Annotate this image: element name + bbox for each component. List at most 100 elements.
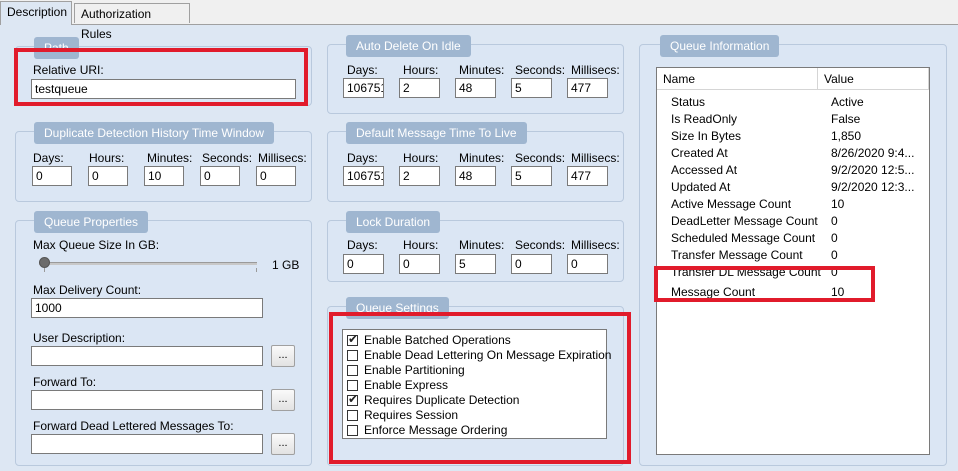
- user-description-browse-button[interactable]: ...: [271, 345, 295, 367]
- tab-strip: Description Authorization Rules: [0, 0, 958, 41]
- queue-info-name: Created At: [671, 146, 728, 160]
- dd-days-input[interactable]: 0: [32, 166, 72, 186]
- setting-label: Enforce Message Ordering: [364, 423, 508, 437]
- queue-info-value: 0: [831, 265, 838, 279]
- column-header-name[interactable]: Name: [657, 68, 818, 90]
- queue-information-group: Queue Information Name Value Status Activ…: [639, 35, 947, 466]
- lock-duration-legend: Lock Duration: [346, 211, 441, 233]
- ttl-millisecs-input[interactable]: 477: [567, 166, 608, 186]
- ttl-minutes-label: Minutes:: [459, 151, 505, 165]
- default-ttl-legend: Default Message Time To Live: [346, 122, 527, 144]
- queue-info-name: Status: [671, 95, 706, 109]
- queue-info-row[interactable]: Transfer DL Message Count 0: [657, 264, 929, 281]
- user-description-label: User Description:: [33, 331, 126, 345]
- ld-days-input[interactable]: 0: [343, 254, 384, 274]
- queue-info-row[interactable]: Accessed At 9/2/2020 12:5...: [657, 162, 929, 179]
- queue-info-value: 10: [831, 285, 845, 299]
- setting-enforce-message-ordering[interactable]: Enforce Message Ordering: [347, 423, 507, 438]
- forward-dead-lettered-browse-button[interactable]: ...: [271, 433, 295, 455]
- tab-description[interactable]: Description: [0, 1, 72, 25]
- queue-properties-group: Queue Properties Max Queue Size In GB: 1…: [15, 211, 312, 466]
- ad-seconds-input[interactable]: 5: [511, 78, 552, 98]
- relative-uri-input[interactable]: testqueue: [31, 79, 296, 99]
- user-description-input[interactable]: [31, 346, 263, 366]
- queue-info-value: 9/2/2020 12:3...: [831, 180, 915, 194]
- ld-millisecs-input[interactable]: 0: [567, 254, 608, 274]
- setting-enable-batched-operations[interactable]: ✔ Enable Batched Operations: [347, 332, 511, 348]
- queue-settings-group: Queue Settings ✔ Enable Batched Operation…: [327, 297, 624, 466]
- queue-info-name: Updated At: [671, 180, 731, 194]
- queue-info-name: Is ReadOnly: [671, 112, 738, 126]
- queue-info-value: 0: [831, 231, 838, 245]
- forward-dead-lettered-label: Forward Dead Lettered Messages To:: [33, 419, 234, 433]
- queue-info-value: 10: [831, 197, 845, 211]
- forward-dead-lettered-input[interactable]: [31, 434, 263, 454]
- queue-info-name: Scheduled Message Count: [671, 231, 816, 245]
- queue-info-row[interactable]: Size In Bytes 1,850: [657, 128, 929, 145]
- checkbox[interactable]: ✔: [347, 392, 358, 406]
- ld-hours-input[interactable]: 0: [399, 254, 440, 274]
- setting-requires-session[interactable]: Requires Session: [347, 408, 458, 423]
- dd-hours-input[interactable]: 0: [88, 166, 128, 186]
- max-delivery-count-label: Max Delivery Count:: [33, 283, 142, 297]
- setting-enable-partitioning[interactable]: Enable Partitioning: [347, 363, 465, 378]
- queue-information-legend: Queue Information: [660, 35, 780, 57]
- ad-seconds-label: Seconds:: [515, 63, 566, 77]
- checkbox[interactable]: [347, 365, 358, 376]
- queue-info-row[interactable]: Scheduled Message Count 0: [657, 230, 929, 247]
- queue-info-row[interactable]: Message Count 10: [657, 284, 929, 301]
- checkbox[interactable]: [347, 410, 358, 421]
- queue-info-row[interactable]: Is ReadOnly False: [657, 111, 929, 128]
- setting-requires-duplicate-detection[interactable]: ✔ Requires Duplicate Detection: [347, 392, 519, 408]
- queue-info-name: DeadLetter Message Count: [671, 214, 818, 228]
- ttl-seconds-input[interactable]: 5: [511, 166, 552, 186]
- dd-minutes-label: Minutes:: [147, 151, 193, 165]
- queue-properties-legend: Queue Properties: [34, 211, 149, 233]
- checkbox[interactable]: [347, 425, 358, 436]
- dd-minutes-input[interactable]: 10: [144, 166, 184, 186]
- tab-authorization-rules[interactable]: Authorization Rules: [74, 3, 190, 41]
- checkmark-icon: ✔: [348, 332, 359, 346]
- ad-days-input[interactable]: 10675199: [343, 78, 384, 98]
- queue-info-row[interactable]: DeadLetter Message Count 0: [657, 213, 929, 230]
- setting-label: Enable Partitioning: [364, 363, 465, 377]
- max-delivery-count-input[interactable]: 1000: [31, 298, 263, 318]
- auto-delete-group: Auto Delete On Idle Days: Hours: Minutes…: [327, 35, 624, 114]
- max-queue-size-label: Max Queue Size In GB:: [33, 238, 160, 252]
- setting-enable-dead-lettering[interactable]: Enable Dead Lettering On Message Expirat…: [347, 348, 611, 363]
- queue-info-row[interactable]: Updated At 9/2/2020 12:3...: [657, 179, 929, 196]
- max-queue-size-slider-track[interactable]: [39, 262, 257, 265]
- forward-to-browse-button[interactable]: ...: [271, 389, 295, 411]
- queue-info-name: Message Count: [671, 285, 756, 299]
- ttl-days-input[interactable]: 10675199: [343, 166, 384, 186]
- ld-millisecs-label: Millisecs:: [571, 238, 620, 252]
- ad-minutes-input[interactable]: 48: [455, 78, 496, 98]
- max-queue-size-slider-thumb[interactable]: [39, 257, 50, 268]
- ttl-minutes-input[interactable]: 48: [455, 166, 496, 186]
- ttl-seconds-label: Seconds:: [515, 151, 566, 165]
- dd-millisecs-input[interactable]: 0: [256, 166, 296, 186]
- ld-minutes-input[interactable]: 5: [455, 254, 496, 274]
- auto-delete-legend: Auto Delete On Idle: [346, 35, 471, 57]
- queue-info-row[interactable]: Created At 8/26/2020 9:4...: [657, 145, 929, 162]
- duplicate-detection-group: Duplicate Detection History Time Window …: [15, 122, 312, 202]
- column-header-value[interactable]: Value: [818, 68, 929, 90]
- path-group: Path Relative URI: testqueue: [15, 37, 312, 106]
- queue-info-row[interactable]: Active Message Count 10: [657, 196, 929, 213]
- setting-enable-express[interactable]: Enable Express: [347, 378, 448, 393]
- checkbox[interactable]: ✔: [347, 332, 359, 346]
- ad-hours-input[interactable]: 2: [399, 78, 440, 98]
- checkbox[interactable]: [347, 380, 358, 391]
- ad-millisecs-input[interactable]: 477: [567, 78, 608, 98]
- forward-to-input[interactable]: [31, 390, 263, 410]
- ld-hours-label: Hours:: [403, 238, 439, 252]
- ld-seconds-input[interactable]: 0: [511, 254, 552, 274]
- ld-seconds-label: Seconds:: [515, 238, 566, 252]
- queue-info-row[interactable]: Status Active: [657, 94, 929, 111]
- queue-info-row[interactable]: Transfer Message Count 0: [657, 247, 929, 264]
- queue-info-value: 1,850: [831, 129, 862, 143]
- checkbox[interactable]: [347, 350, 358, 361]
- dd-seconds-input[interactable]: 0: [200, 166, 240, 186]
- ttl-hours-input[interactable]: 2: [399, 166, 440, 186]
- ad-millisecs-label: Millisecs:: [571, 63, 620, 77]
